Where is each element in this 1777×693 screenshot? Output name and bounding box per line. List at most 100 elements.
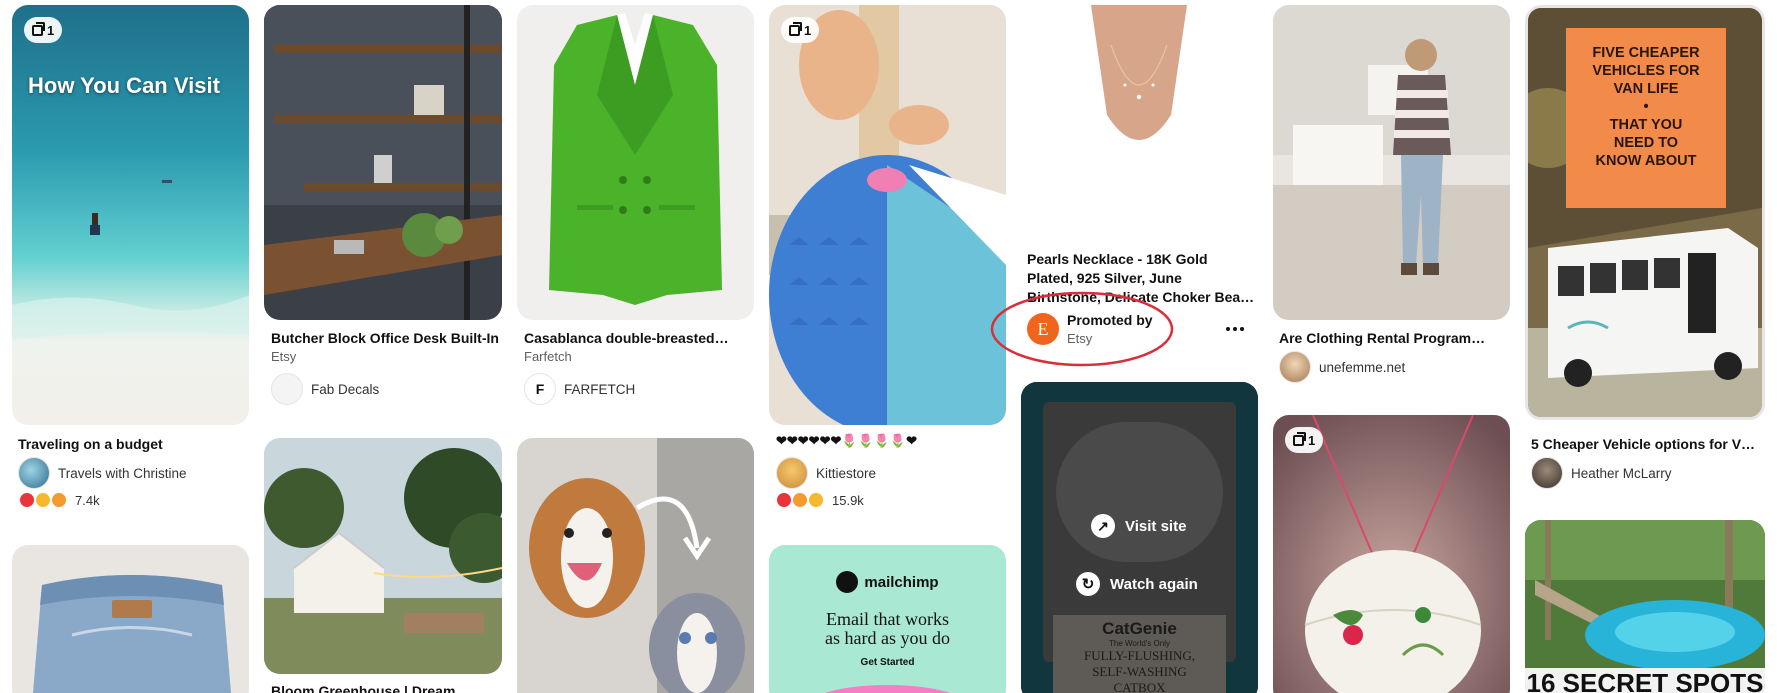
idea-pin-badge: 1: [24, 17, 63, 43]
pin-image[interactable]: 16 SECRET SPOTS: [1525, 520, 1765, 693]
visit-site-button[interactable]: ↗ Visit site: [1091, 514, 1186, 538]
creator-name: Kittiestore: [816, 465, 877, 481]
more-options-button[interactable]: [1222, 322, 1248, 336]
pages-icon: [1293, 431, 1306, 446]
heart-reaction-icon: [19, 492, 35, 508]
pin-title[interactable]: Butcher Block Office Desk Built-In: [271, 330, 501, 346]
pin-source: Farfetch: [524, 349, 572, 364]
reaction-summary[interactable]: 7.4k: [19, 492, 100, 508]
pin-image-jeans[interactable]: [12, 545, 249, 693]
pin-creator[interactable]: unefemme.net: [1279, 351, 1405, 383]
heart-reaction-icon: [776, 492, 792, 508]
mailchimp-icon: [836, 571, 859, 593]
office-desk-image: [264, 5, 502, 320]
pin-image[interactable]: FIVE CHEAPER VEHICLES FOR VAN LIFE • THA…: [1525, 5, 1765, 420]
product-line2: SELF-WASHING: [1092, 664, 1187, 679]
necklace-image: [1021, 5, 1258, 242]
product-line1: FULLY-FLUSHING,: [1083, 648, 1195, 663]
blazer-image: [517, 5, 754, 320]
product-box: CatGenie The World's Only FULLY-FLUSHING…: [1053, 615, 1226, 693]
ribbon-craft-image: [769, 5, 1006, 425]
watch-again-label: Watch again: [1110, 575, 1198, 593]
pin-image[interactable]: [517, 438, 754, 693]
ad-headline-line2: as hard as you do: [825, 628, 950, 648]
pin-title[interactable]: Are Clothing Rental Programs…: [1279, 330, 1489, 346]
poster-bullet: •: [1643, 99, 1649, 115]
creator-name: Fab Decals: [311, 381, 380, 397]
ad-cta: Get Started: [860, 657, 915, 668]
reaction-count: 15.9k: [832, 492, 864, 508]
badge-count: 1: [47, 22, 55, 38]
mailchimp-brand: mailchimp: [864, 573, 939, 591]
pin-video[interactable]: ↗ Visit site ↻ Watch again CatGenie The …: [1021, 382, 1258, 693]
pin-title[interactable]: Bloom Greenhouse | Dream: [271, 683, 501, 693]
pages-icon: [789, 21, 802, 36]
mailchimp-logo: mailchimp: [769, 571, 1006, 593]
lantern-image: [1273, 415, 1510, 693]
pin-creator[interactable]: Kittiestore: [776, 457, 876, 489]
pin-image[interactable]: [1273, 5, 1510, 320]
beach-image: [12, 5, 249, 425]
pin-image[interactable]: [1021, 5, 1258, 242]
pin-image[interactable]: 1: [769, 5, 1006, 425]
ad-headline-line1: Email that works: [826, 609, 949, 629]
creator-name: FARFETCH: [564, 381, 636, 397]
product-brand: CatGenie: [1102, 619, 1177, 638]
poster-line: NEED TO: [1613, 135, 1679, 151]
visit-site-label: Visit site: [1125, 517, 1187, 535]
avatar: [18, 457, 50, 489]
promoted-highlight-circle: [990, 291, 1174, 367]
reaction-summary[interactable]: 15.9k: [776, 492, 864, 508]
woman-mirror-image: [1273, 5, 1510, 320]
poster-line: VAN LIFE: [1613, 81, 1679, 97]
poster-line: THAT YOU: [1609, 117, 1683, 133]
poster-line: VEHICLES FOR: [1592, 63, 1700, 79]
wow-reaction-icon: [808, 492, 824, 508]
pin-image[interactable]: [264, 438, 502, 674]
pin-title[interactable]: ❤❤❤❤❤❤🌷🌷🌷🌷❤: [776, 433, 1006, 449]
pin-image[interactable]: mailchimp Email that works as hard as yo…: [769, 545, 1006, 693]
pin-title[interactable]: Traveling on a budget: [18, 436, 248, 452]
creator-name: unefemme.net: [1319, 359, 1406, 375]
replay-icon: ↻: [1076, 572, 1100, 596]
avatar: [1531, 457, 1563, 489]
jeans-image: [12, 545, 249, 693]
farfetch-logo-icon: F: [524, 373, 556, 405]
product-tagline: The World's Only: [1109, 639, 1170, 648]
product-line3: CATBOX: [1113, 680, 1166, 693]
ad-decoration: [809, 685, 966, 693]
more-horizontal-icon: [1226, 327, 1244, 331]
poster-line: KNOW ABOUT: [1595, 153, 1697, 169]
avatar: [776, 457, 808, 489]
badge-count: 1: [804, 22, 812, 38]
image-overlay-text: How You Can Visit: [28, 73, 220, 98]
pages-icon: [32, 21, 45, 36]
pin-image[interactable]: [264, 5, 502, 320]
pin-title[interactable]: Casablanca double-breasted…: [524, 330, 734, 346]
surprised-reaction-icon: [792, 492, 808, 508]
watch-again-button[interactable]: ↻ Watch again: [1076, 572, 1198, 596]
reaction-count: 7.4k: [75, 492, 100, 508]
arrow-up-right-icon: ↗: [1091, 514, 1115, 538]
pin-image[interactable]: [517, 5, 754, 320]
pin-image[interactable]: 1 How You Can Visit: [12, 5, 249, 425]
poster-line: FIVE CHEAPER: [1592, 45, 1700, 61]
avatar: [1279, 351, 1311, 383]
greenhouse-image: [264, 438, 502, 674]
pin-source: Etsy: [271, 349, 297, 364]
wow-reaction-icon: [35, 492, 51, 508]
pin-image[interactable]: 1: [1273, 415, 1510, 693]
surprised-reaction-icon: [51, 492, 67, 508]
image-overlay-text: 16 SECRET SPOTS: [1526, 668, 1764, 693]
avatar: [271, 373, 303, 405]
pin-creator[interactable]: Heather McLarry: [1531, 457, 1672, 489]
creator-name: Heather McLarry: [1571, 465, 1672, 481]
poster-text: FIVE CHEAPER VEHICLES FOR VAN LIFE • THA…: [1566, 44, 1726, 170]
pin-creator[interactable]: Travels with Christine: [18, 457, 187, 489]
pin-title[interactable]: 5 Cheaper Vehicle options for V…: [1531, 436, 1759, 452]
pin-creator[interactable]: F FARFETCH: [524, 373, 635, 405]
badge-count: 1: [1308, 432, 1316, 448]
pin-creator[interactable]: Fab Decals: [271, 373, 379, 405]
idea-pin-badge: 1: [1285, 427, 1324, 453]
creator-name: Travels with Christine: [58, 465, 187, 481]
